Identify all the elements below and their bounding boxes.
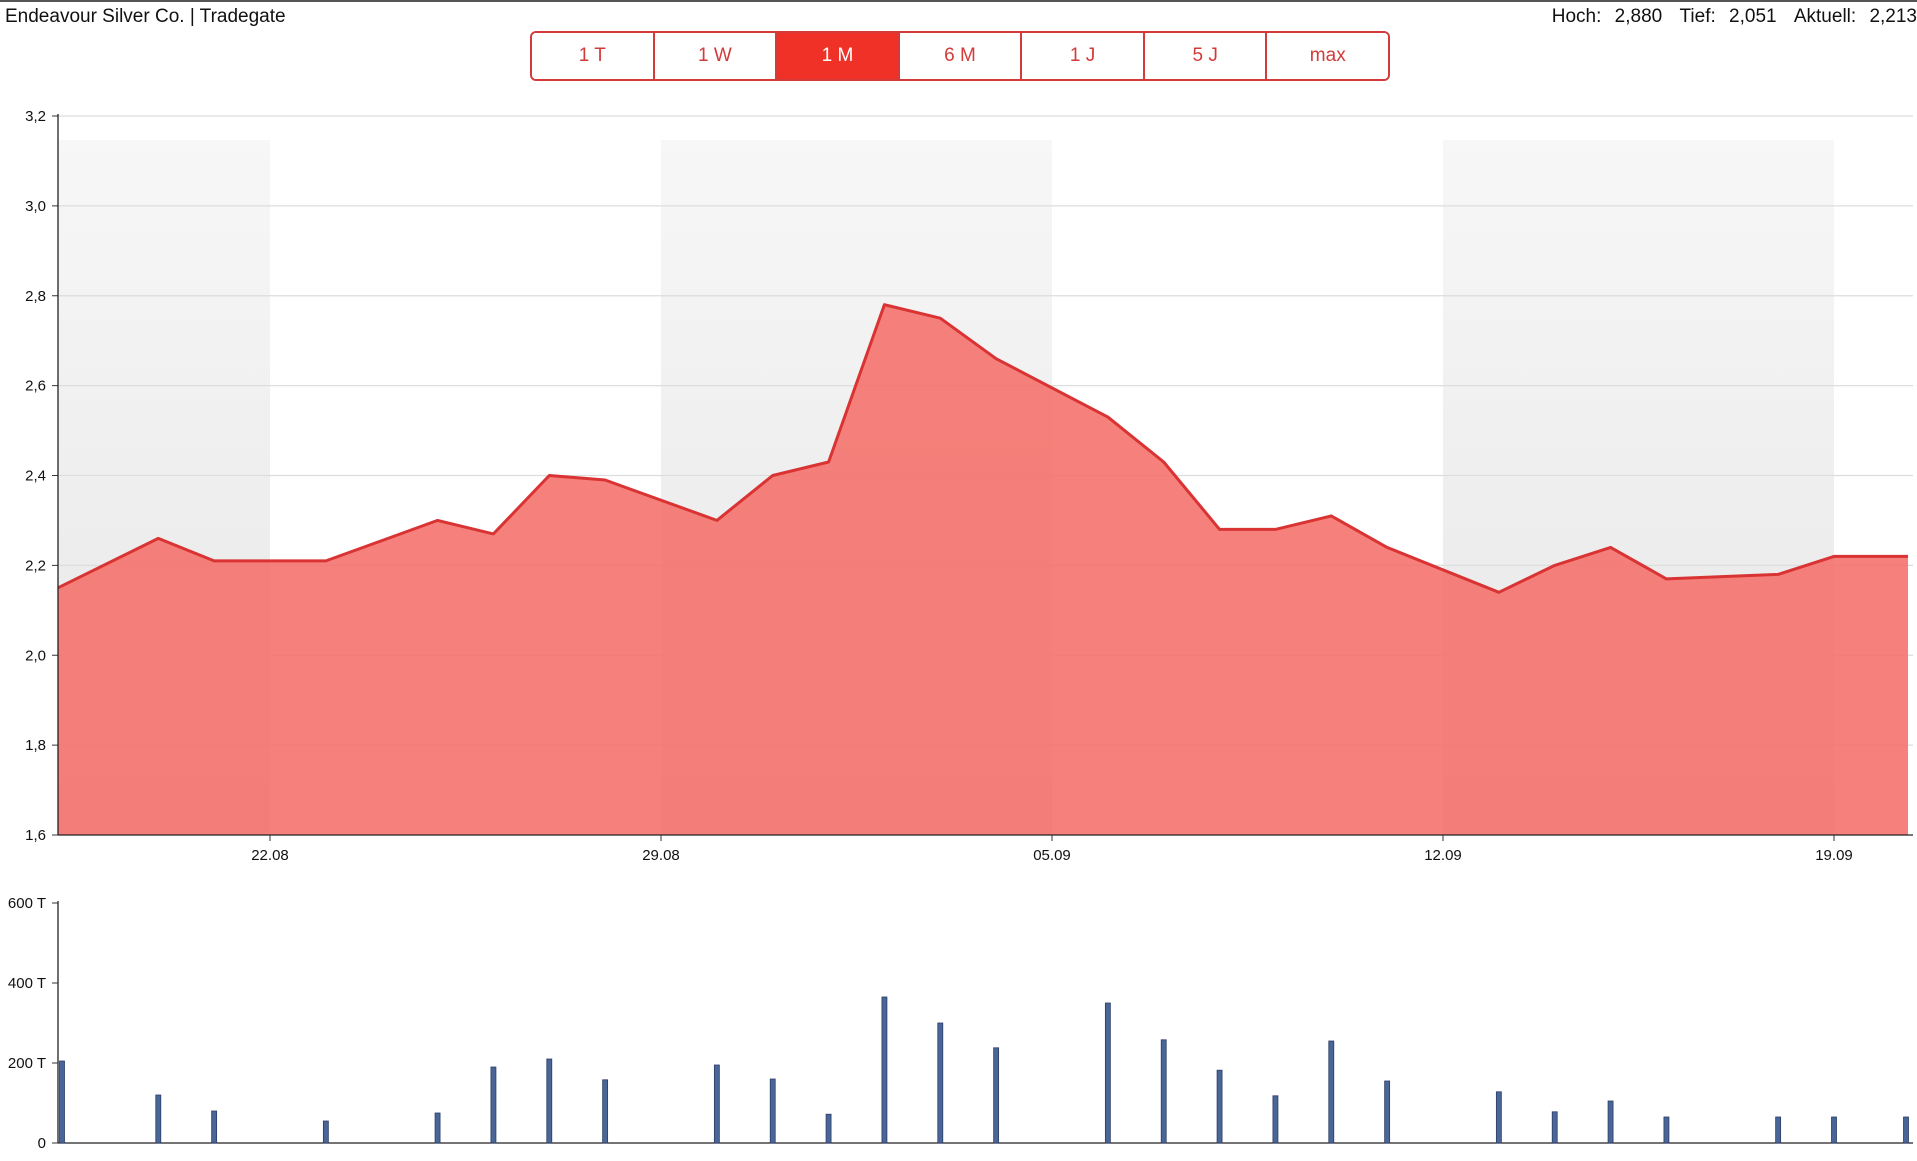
y-tick-label: 1,8 — [25, 737, 46, 754]
y-tick-label: 2,8 — [25, 288, 46, 305]
volume-bar — [993, 1047, 1000, 1144]
x-tick-label: 19.09 — [1815, 847, 1853, 864]
volume-bar — [322, 1120, 329, 1144]
volume-bar — [1384, 1080, 1391, 1144]
volume-bar — [937, 1022, 944, 1144]
volume-bar — [1663, 1116, 1670, 1144]
x-tick-label: 29.08 — [642, 847, 680, 864]
volume-bar — [1775, 1116, 1782, 1144]
y-tick-label: 2,2 — [25, 557, 46, 574]
x-tick-label: 05.09 — [1033, 847, 1071, 864]
price-volume-chart: 1,6 1,8 2,0 2,2 2,4 2,6 2,8 3,0 3,2 22.08 29.08 05.… — [8, 108, 1913, 1152]
x-tick-label: 12.09 — [1424, 847, 1462, 864]
volume-bar — [1607, 1100, 1614, 1144]
volume-y-tick-label: 600 T — [8, 895, 46, 912]
volume-bar — [713, 1064, 720, 1144]
volume-bar — [1104, 1002, 1111, 1144]
volume-bar — [1495, 1091, 1502, 1144]
volume-bar — [769, 1078, 776, 1144]
volume-bar — [211, 1110, 218, 1144]
volume-bar — [1831, 1116, 1837, 1144]
volume-bar — [881, 996, 888, 1144]
y-tick-label: 3,0 — [25, 198, 46, 215]
y-tick-label: 1,6 — [25, 827, 46, 844]
volume-y-tick-label: 0 — [38, 1135, 46, 1152]
volume-bar — [1216, 1069, 1223, 1144]
y-tick-label: 3,2 — [25, 108, 46, 125]
volume-chart: 0 200 T 400 T 600 T — [8, 895, 1913, 1152]
volume-y-tick-label: 400 T — [8, 975, 46, 992]
volume-bar — [602, 1079, 609, 1144]
volume-bar — [825, 1113, 832, 1144]
volume-bar — [1551, 1111, 1558, 1144]
volume-bar — [1903, 1116, 1909, 1144]
y-tick-label: 2,0 — [25, 647, 46, 664]
y-tick-label: 2,6 — [25, 378, 46, 395]
volume-bar — [546, 1058, 553, 1144]
volume-bar — [434, 1112, 441, 1144]
volume-bar — [490, 1066, 497, 1144]
volume-bar — [1328, 1040, 1335, 1144]
volume-bar — [1272, 1095, 1279, 1144]
x-tick-label: 22.08 — [251, 847, 289, 864]
volume-bar — [155, 1094, 162, 1144]
y-tick-label: 2,4 — [25, 468, 46, 485]
volume-bar — [59, 1060, 65, 1144]
volume-y-tick-label: 200 T — [8, 1055, 46, 1072]
volume-bar — [1160, 1039, 1167, 1144]
